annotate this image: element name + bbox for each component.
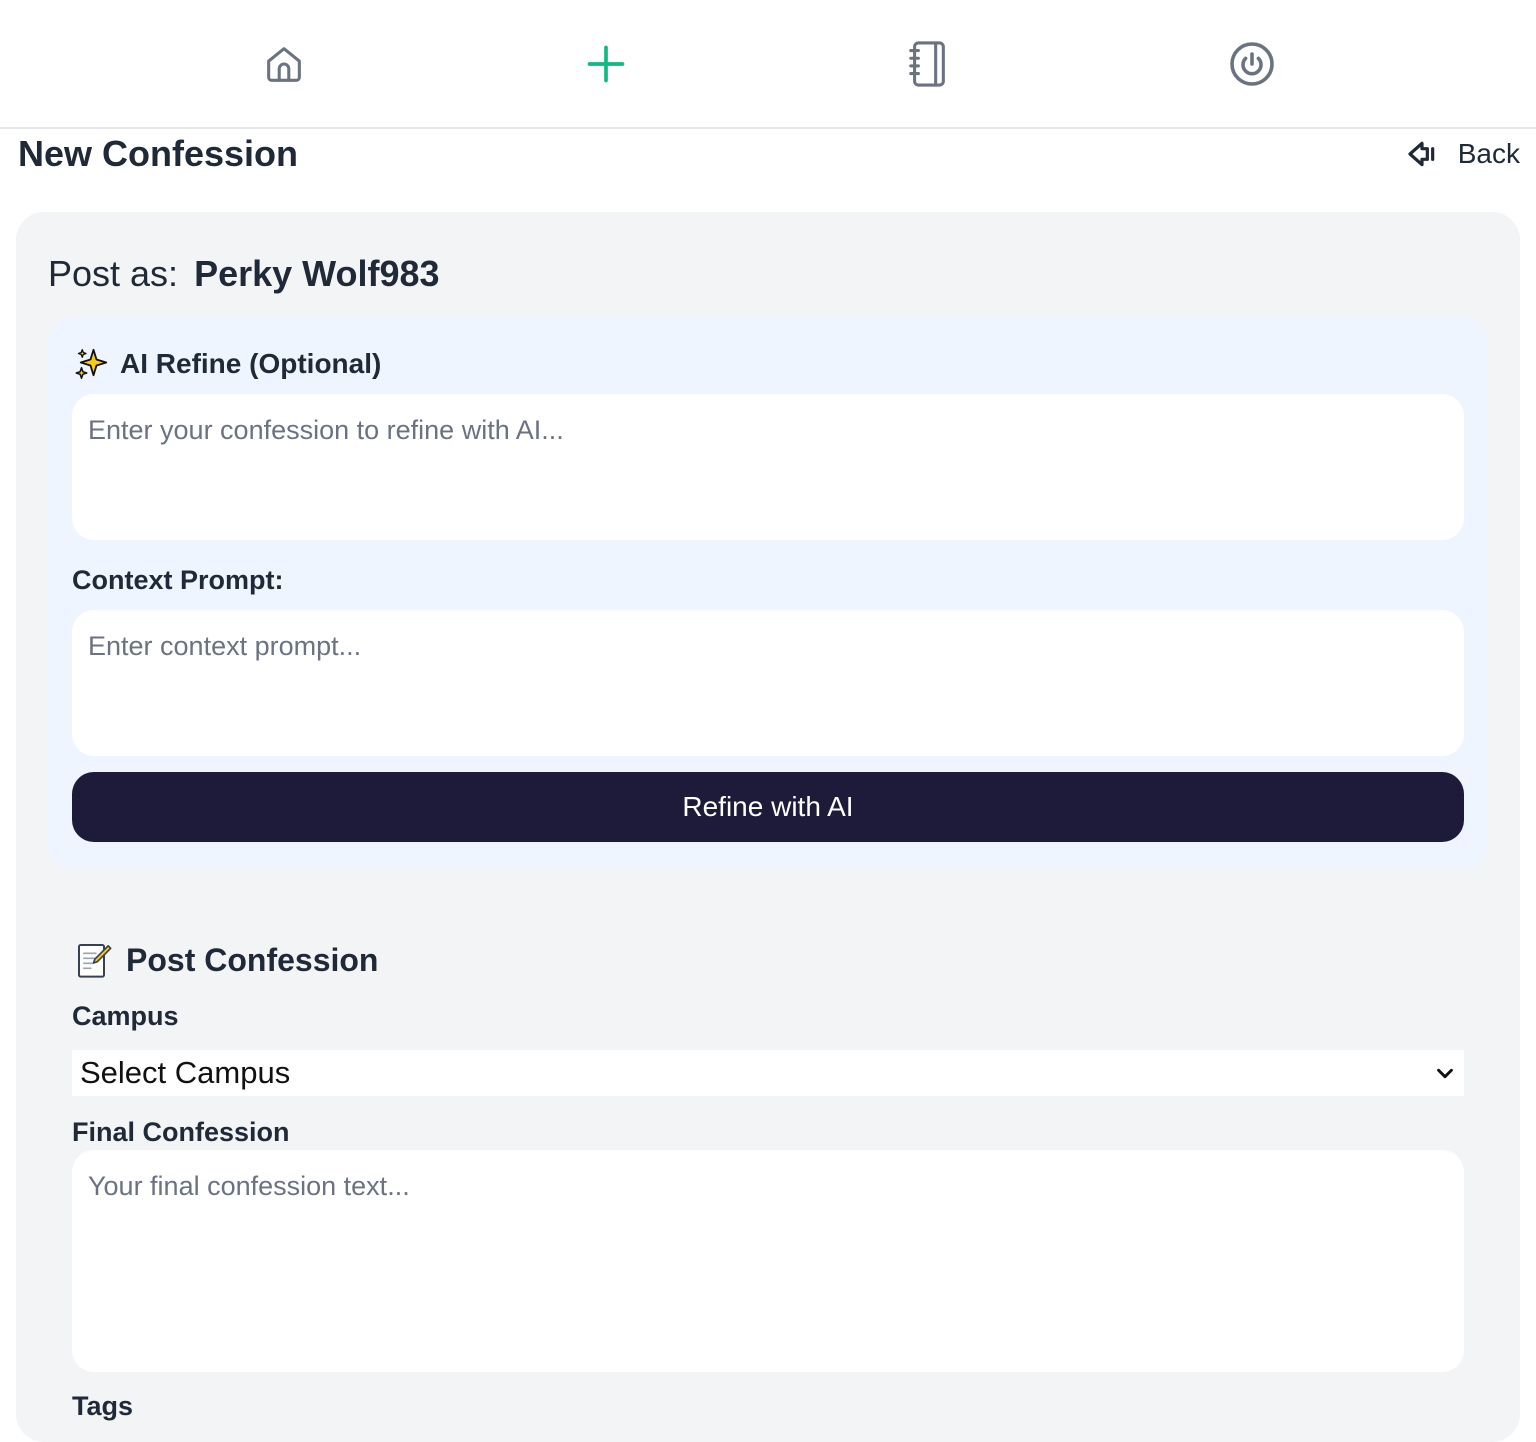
nav-notebook-button[interactable] xyxy=(902,38,954,90)
tags-label: Tags xyxy=(72,1391,134,1421)
home-icon xyxy=(267,47,301,82)
memo-icon xyxy=(78,944,112,978)
power-icon xyxy=(1230,42,1274,86)
confession-refine-input[interactable]: Enter your confession to refine with AI.… xyxy=(72,394,1464,540)
top-navigation xyxy=(0,0,1536,129)
ai-refine-title-text: AI Refine (Optional) xyxy=(120,348,382,379)
nav-new-confession-button[interactable] xyxy=(580,38,632,90)
confession-form-card: Post as: Perky Wolf983 AI Refine (Option… xyxy=(16,212,1520,1442)
page-title: New Confession xyxy=(18,133,299,174)
post-as-label: Post as: xyxy=(48,253,179,294)
final-confession-label: Final Confession xyxy=(72,1117,290,1147)
nav-home-button[interactable] xyxy=(258,38,310,90)
ai-refine-panel: AI Refine (Optional) Enter your confessi… xyxy=(48,318,1488,870)
plus-icon xyxy=(587,45,625,83)
post-as-row: Post as: Perky Wolf983 xyxy=(48,250,440,298)
refine-with-ai-button[interactable]: Refine with AI xyxy=(72,772,1464,842)
chevron-down-icon xyxy=(1437,1068,1453,1079)
campus-selected-value: Select Campus xyxy=(80,1055,291,1090)
back-label: Back xyxy=(1457,138,1520,169)
post-as-name: Perky Wolf983 xyxy=(194,253,440,294)
sparkles-icon xyxy=(75,348,108,379)
confession-refine-placeholder: Enter your confession to refine with AI.… xyxy=(88,415,564,445)
notebook-icon xyxy=(909,41,945,87)
nav-logout-button[interactable] xyxy=(1226,38,1278,90)
campus-label: Campus xyxy=(72,1001,179,1031)
arrow-left-icon xyxy=(1408,141,1435,167)
post-confession-title: Post Confession xyxy=(74,938,378,982)
final-confession-placeholder: Your final confession text... xyxy=(88,1171,410,1201)
campus-select[interactable]: Select Campus xyxy=(72,1050,1464,1096)
final-confession-input[interactable]: Your final confession text... xyxy=(72,1150,1464,1372)
post-confession-title-text: Post Confession xyxy=(126,942,379,978)
context-prompt-label: Context Prompt: xyxy=(72,565,284,595)
context-prompt-placeholder: Enter context prompt... xyxy=(88,631,362,661)
context-prompt-input[interactable]: Enter context prompt... xyxy=(72,610,1464,756)
ai-refine-title: AI Refine (Optional) xyxy=(74,344,381,384)
back-button[interactable]: Back xyxy=(1406,134,1520,174)
